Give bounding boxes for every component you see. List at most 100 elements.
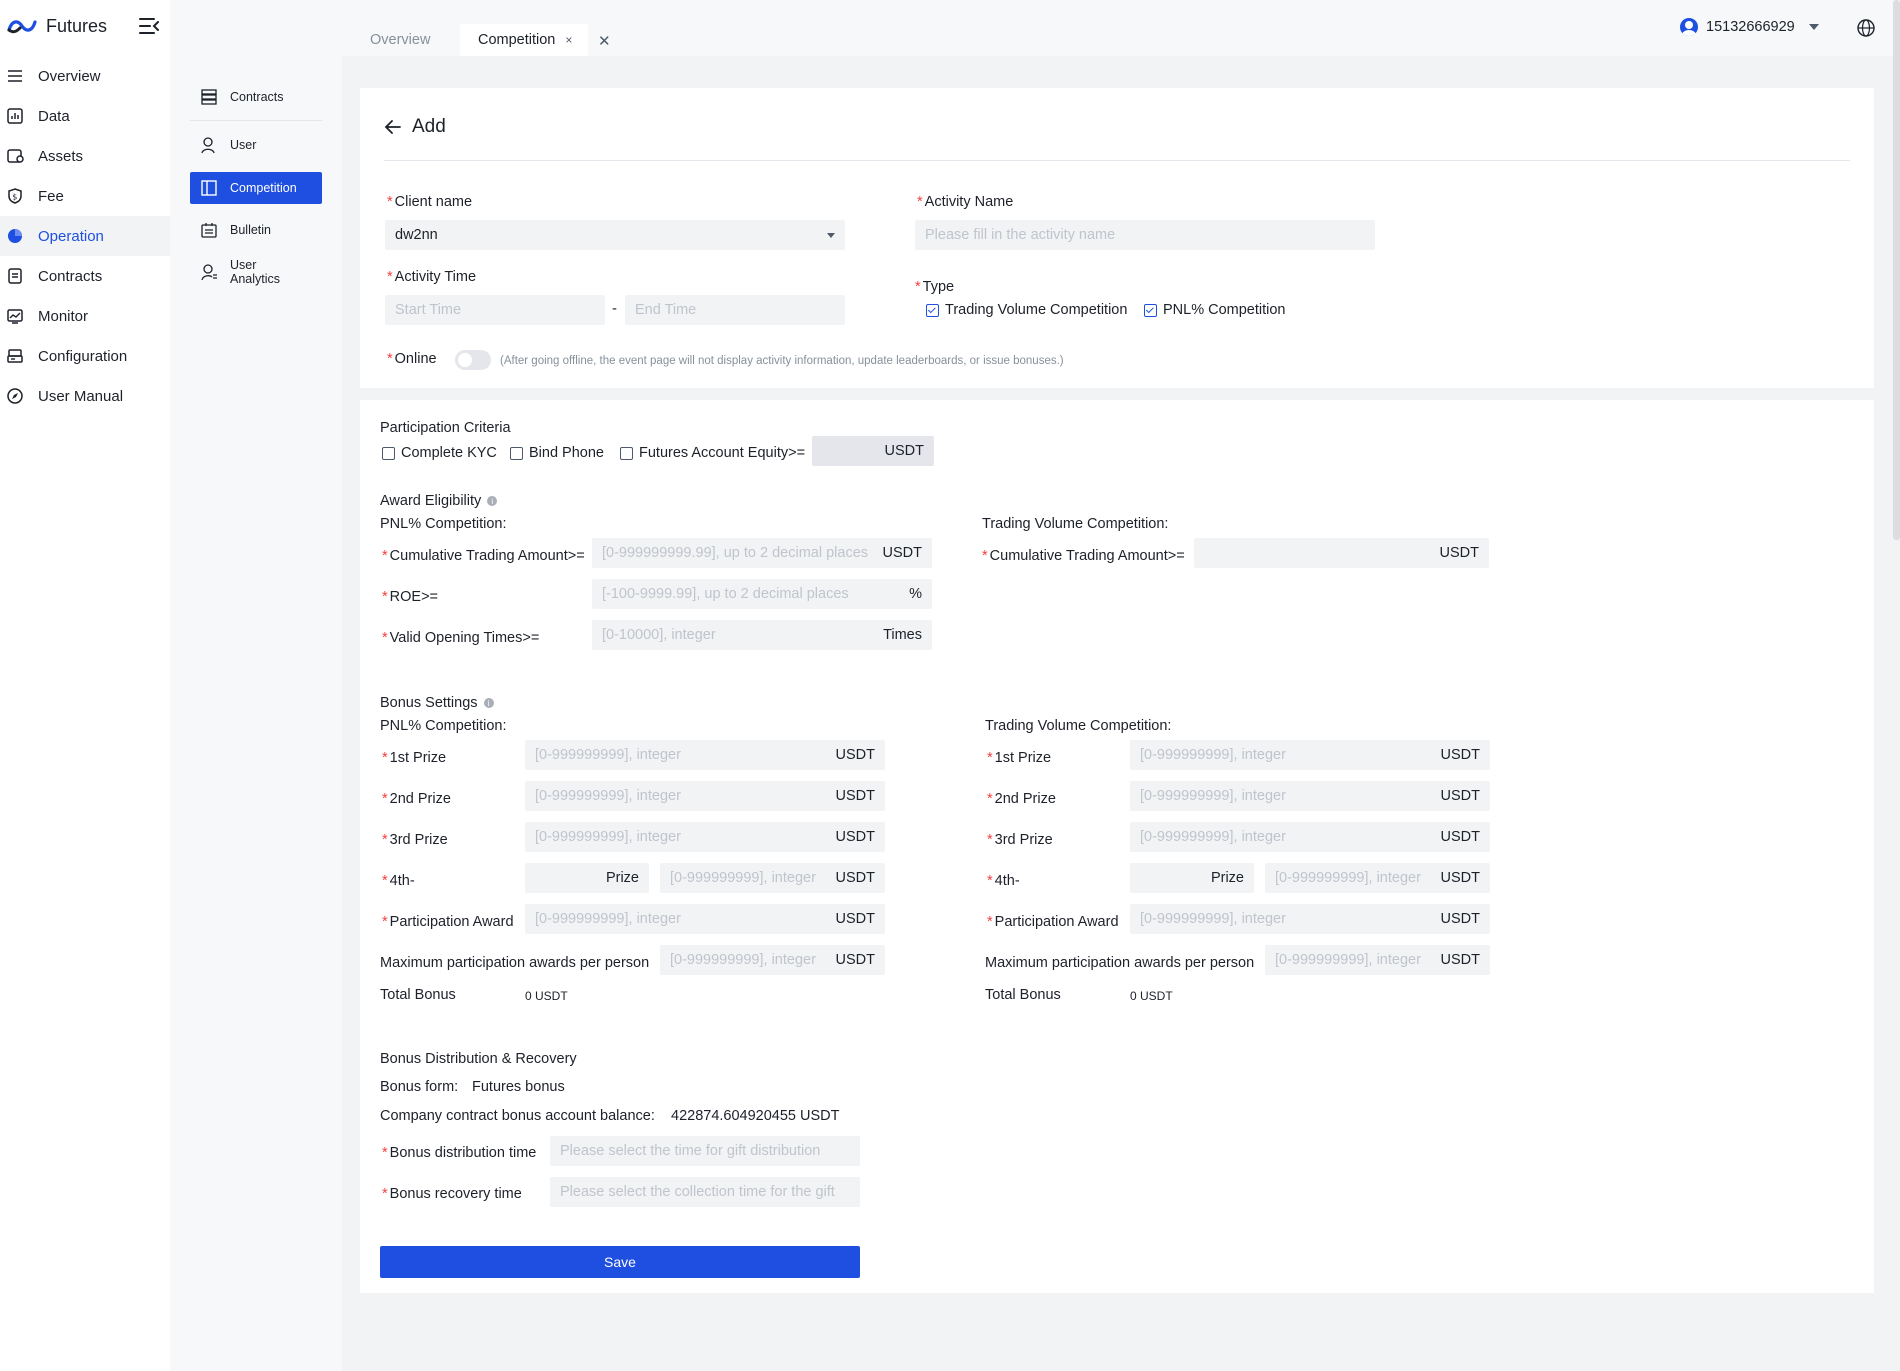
submenu-item-user[interactable]: User <box>200 136 340 154</box>
checkbox-icon <box>382 446 395 460</box>
nav-item-contracts[interactable]: Contracts <box>0 256 170 296</box>
input-placeholder: [0-999999999], integer <box>535 911 681 927</box>
activity-name-label: * Activity Name <box>917 194 1014 210</box>
input-placeholder: [0-999999999], integer <box>535 829 681 845</box>
type-trading-volume-checkbox[interactable]: Trading Volume Competition <box>926 302 1127 318</box>
pnl-cumulative-input[interactable]: [0-999999999.99], up to 2 decimal places… <box>592 538 932 568</box>
tab-label: Overview <box>370 32 431 48</box>
volume-max-participation-input[interactable]: [0-999999999], integer USDT <box>1265 945 1490 975</box>
submenu-item-user-analytics[interactable]: User Analytics <box>200 258 310 286</box>
input-placeholder: [0-999999999], integer <box>1140 747 1286 763</box>
page-scrollbar[interactable] <box>1893 0 1900 540</box>
tab-overview[interactable]: Overview <box>370 24 430 56</box>
app-logo[interactable]: Futures <box>6 12 107 40</box>
settings-card: Participation Criteria Complete KYC Bind… <box>360 400 1874 1293</box>
equity-input[interactable]: USDT <box>812 436 934 466</box>
submenu-divider <box>190 120 322 121</box>
pnl-prize3-input[interactable]: [0-999999999], integer USDT <box>525 822 885 852</box>
valid-opening-label: * Valid Opening Times>= <box>382 630 540 646</box>
pnl-prize1-input[interactable]: [0-999999999], integer USDT <box>525 740 885 770</box>
compass-icon <box>6 387 24 405</box>
nav-item-label: Data <box>38 107 70 125</box>
bind-phone-checkbox[interactable]: Bind Phone <box>510 445 604 461</box>
shield-dollar-icon: $ <box>6 187 24 205</box>
checkbox-label: PNL% Competition <box>1163 302 1286 318</box>
unit-suffix: % <box>909 586 922 602</box>
client-name-select[interactable]: dw2nn <box>385 220 845 250</box>
checkbox-label: Futures Account Equity>= <box>639 445 806 461</box>
volume-max-participation-label: Maximum participation awards per person <box>985 955 1255 971</box>
nav-item-configuration[interactable]: Configuration <box>0 336 170 376</box>
kyc-checkbox[interactable]: Complete KYC <box>382 445 497 461</box>
pnl-prize2-input[interactable]: [0-999999999], integer USDT <box>525 781 885 811</box>
nav-item-label: User Manual <box>38 387 124 405</box>
save-button[interactable]: Save <box>380 1246 860 1278</box>
checkbox-label: Bind Phone <box>529 445 604 461</box>
unit-suffix: USDT <box>1440 788 1480 804</box>
nav-item-data[interactable]: Data <box>0 96 170 136</box>
tab-close-icon[interactable]: × <box>565 33 572 47</box>
pnl-participation-label: * Participation Award <box>382 914 514 930</box>
close-all-tabs-icon[interactable]: ✕ <box>598 32 611 50</box>
volume-participation-input[interactable]: [0-999999999], integer USDT <box>1130 904 1490 934</box>
volume-cumulative-input[interactable]: USDT <box>1194 538 1489 568</box>
volume-prize4-amount-input[interactable]: [0-999999999], integer USDT <box>1265 863 1490 893</box>
unit-suffix: USDT <box>835 829 875 845</box>
volume-prize3-input[interactable]: [0-999999999], integer USDT <box>1130 822 1490 852</box>
activity-name-input[interactable]: Please fill in the activity name <box>915 220 1375 250</box>
menu-collapse-icon[interactable] <box>138 16 160 36</box>
submenu-item-label: User Analytics <box>230 258 281 286</box>
submenu-item-bulletin[interactable]: Bulletin <box>200 221 340 239</box>
time-separator: - <box>612 300 617 317</box>
user-menu[interactable]: 15132666929 <box>1680 18 1819 36</box>
valid-opening-input[interactable]: [0-10000], integer Times <box>592 620 932 650</box>
submenu-item-contracts[interactable]: Contracts <box>200 88 340 106</box>
volume-prize1-input[interactable]: [0-999999999], integer USDT <box>1130 740 1490 770</box>
type-pnl-checkbox[interactable]: PNL% Competition <box>1144 302 1286 318</box>
list-icon <box>6 67 24 85</box>
distribution-time-picker[interactable]: Please select the time for gift distribu… <box>550 1136 860 1166</box>
roe-input[interactable]: [-100-9999.99], up to 2 decimal places % <box>592 579 932 609</box>
unit-suffix: USDT <box>835 952 875 968</box>
pnl-participation-input[interactable]: [0-999999999], integer USDT <box>525 904 885 934</box>
client-name-value: dw2nn <box>395 227 438 243</box>
distribution-title: Bonus Distribution & Recovery <box>380 1051 577 1067</box>
nav-item-fee[interactable]: $ Fee <box>0 176 170 216</box>
volume-prize4-rank-input[interactable]: Prize <box>1130 863 1254 893</box>
pnl-max-participation-input[interactable]: [0-999999999], integer USDT <box>660 945 885 975</box>
pnl-total-bonus-value: 0 USDT <box>525 989 568 1003</box>
recovery-time-picker[interactable]: Please select the collection time for th… <box>550 1177 860 1207</box>
back-button[interactable]: Add <box>384 116 446 138</box>
tab-competition[interactable]: Competition × <box>460 24 588 56</box>
volume-participation-label: * Participation Award <box>987 914 1119 930</box>
pnl-prize4-amount-input[interactable]: [0-999999999], integer USDT <box>660 863 885 893</box>
submenu-item-label: User <box>230 138 257 152</box>
checkbox-icon <box>620 446 633 460</box>
eligibility-volume-subtitle: Trading Volume Competition: <box>982 516 1169 532</box>
unit-suffix: USDT <box>835 747 875 763</box>
end-time-input[interactable]: End Time <box>625 295 845 325</box>
pnl-prize3-label: * 3rd Prize <box>382 832 448 848</box>
volume-prize2-input[interactable]: [0-999999999], integer USDT <box>1130 781 1490 811</box>
basic-info-card: Add * Client name dw2nn * Activity Name Pl… <box>360 88 1874 388</box>
submenu-item-competition[interactable]: Competition <box>190 172 322 204</box>
type-label: * Type <box>915 279 955 295</box>
nav-item-operation[interactable]: Operation <box>0 216 170 256</box>
online-toggle[interactable] <box>455 350 491 370</box>
bulletin-icon <box>200 221 218 239</box>
info-icon[interactable]: i <box>483 698 494 708</box>
checkbox-label: Trading Volume Competition <box>945 302 1128 318</box>
online-hint: (After going offline, the event page wil… <box>500 355 1064 367</box>
equity-checkbox[interactable]: Futures Account Equity>= <box>620 445 805 461</box>
wallet-icon <box>6 147 24 165</box>
nav-item-user-manual[interactable]: User Manual <box>0 376 170 416</box>
info-icon[interactable]: i <box>487 496 498 506</box>
nav-item-assets[interactable]: Assets <box>0 136 170 176</box>
nav-item-overview[interactable]: Overview <box>0 56 170 96</box>
top-bar: Overview Competition × ✕ 15132666929 <box>342 0 1900 56</box>
input-placeholder: [0-999999999], integer <box>1140 911 1286 927</box>
nav-item-monitor[interactable]: Monitor <box>0 296 170 336</box>
globe-icon[interactable] <box>1856 18 1876 38</box>
start-time-input[interactable]: Start Time <box>385 295 605 325</box>
pnl-prize4-rank-input[interactable]: Prize <box>525 863 649 893</box>
